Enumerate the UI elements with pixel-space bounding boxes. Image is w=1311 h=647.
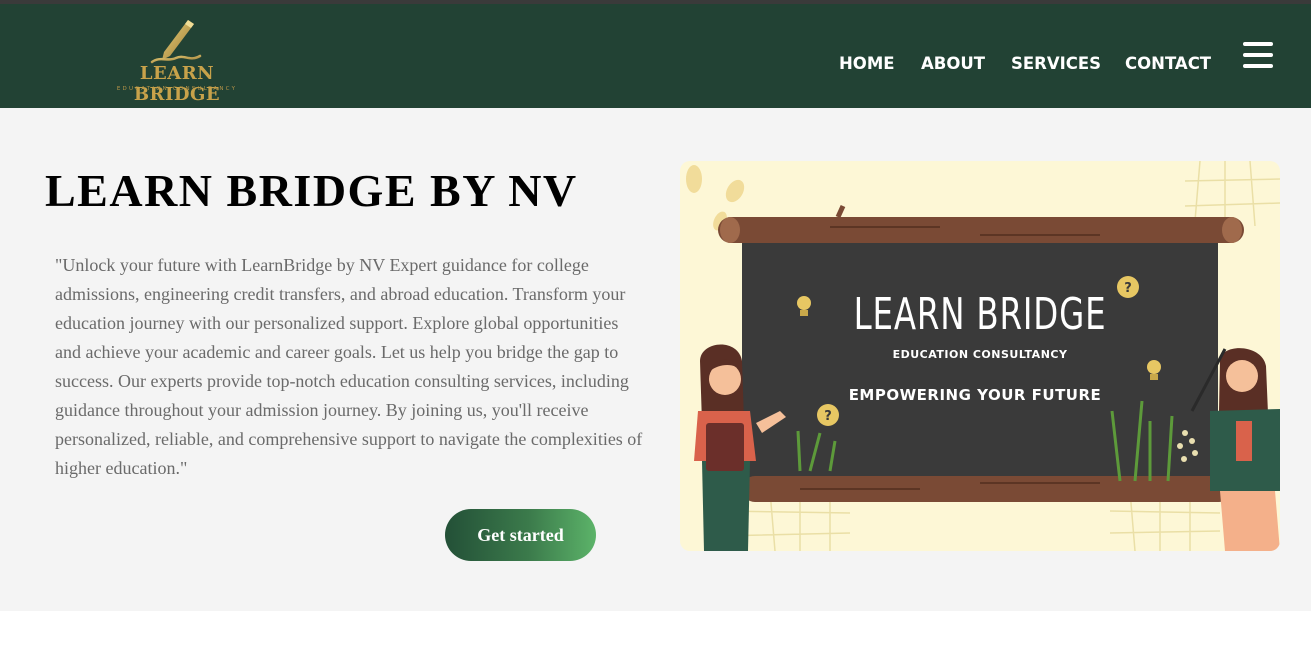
hamburger-menu-icon[interactable] <box>1243 42 1273 70</box>
hero-title: LEARN BRIDGE BY NV <box>45 165 578 216</box>
top-log <box>718 217 1244 243</box>
logo-tagline: EDUCATION CONSULTANCY <box>116 86 238 92</box>
brand-logo[interactable]: LEARN BRIDGE EDUCATION CONSULTANCY <box>96 18 258 105</box>
svg-text:?: ? <box>1124 281 1132 296</box>
pen-logo-icon <box>150 20 202 64</box>
get-started-button[interactable]: Get started <box>445 509 596 561</box>
nav-services[interactable]: SERVICES <box>1011 54 1101 78</box>
banner-tagline: EMPOWERING YOUR FUTURE <box>848 386 1102 404</box>
menu-bar <box>1243 53 1273 57</box>
banner-subtitle: EDUCATION CONSULTANCY <box>892 348 1068 361</box>
hero-description: "Unlock your future with LearnBridge by … <box>55 255 643 478</box>
menu-bar <box>1243 64 1273 68</box>
navbar: LEARN BRIDGE EDUCATION CONSULTANCY HOME … <box>0 4 1311 108</box>
nav-home[interactable]: HOME <box>839 54 895 78</box>
menu-bar <box>1243 42 1273 46</box>
banner-title: LEARN BRIDGE <box>853 289 1107 340</box>
hero-banner-image: ? ? LEARN BRIDGE EDUCATION CONSULTANCY E… <box>680 161 1280 551</box>
nav-about[interactable]: ABOUT <box>921 54 985 78</box>
chalkboard <box>742 239 1218 484</box>
logo-wordmark: LEARN BRIDGE <box>133 63 221 105</box>
svg-text:?: ? <box>824 409 832 424</box>
nav-contact[interactable]: CONTACT <box>1125 54 1211 78</box>
